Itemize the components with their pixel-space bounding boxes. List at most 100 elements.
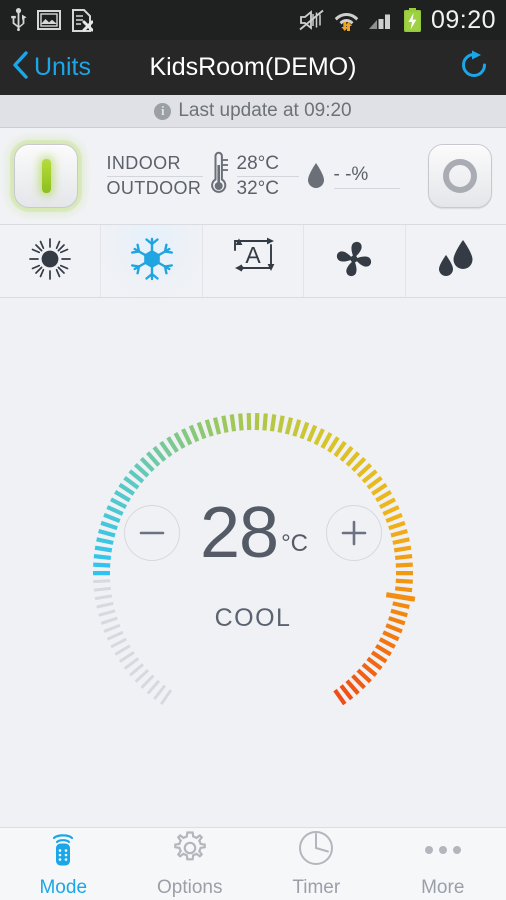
- dial-tick-active: [118, 482, 135, 496]
- dial-tick-active: [393, 545, 412, 553]
- dial-tick-active: [100, 520, 118, 531]
- back-button[interactable]: Units: [0, 50, 91, 85]
- dial-tick-active: [371, 482, 388, 496]
- dial-tick-active: [284, 417, 294, 435]
- dial-tick-active: [106, 505, 124, 516]
- wifi-transfer-icon: [334, 8, 359, 32]
- dial-tick-active: [166, 436, 179, 453]
- dial-tick-active: [313, 428, 325, 446]
- snowflake-icon: [128, 235, 176, 288]
- dial-tick-inactive: [100, 616, 118, 625]
- dial-tick-active: [306, 424, 318, 443]
- dial-tick-active: [139, 456, 155, 473]
- chevron-left-icon: [12, 50, 30, 85]
- mode-cell-auto[interactable]: A: [203, 225, 305, 297]
- dial-tick-inactive: [103, 623, 121, 633]
- dial-tick-inactive: [160, 689, 173, 705]
- outdoor-temperature: 32°C: [236, 178, 279, 199]
- indoor-label: INDOOR: [106, 152, 203, 177]
- outdoor-label: OUTDOOR: [106, 178, 202, 198]
- dial-tick-active: [96, 537, 114, 545]
- dial-tick-active: [395, 578, 413, 584]
- dial-tick-inactive: [94, 594, 113, 601]
- dial-tick-active: [385, 512, 403, 523]
- refresh-icon: [458, 49, 490, 86]
- dial-tick-active: [327, 436, 340, 453]
- nav-item-options[interactable]: Options: [127, 828, 254, 900]
- sun-icon: [27, 236, 73, 287]
- dial-tick-active: [378, 497, 396, 510]
- status-bar-right-icons: 09:20: [299, 6, 496, 35]
- dial-tick-active: [356, 462, 373, 478]
- dial-tick-active: [123, 475, 140, 490]
- water-droplet-icon: [305, 161, 327, 191]
- dial-tick-active: [392, 601, 410, 610]
- mode-cell-heat[interactable]: [0, 225, 102, 297]
- dial-tick-inactive: [153, 684, 167, 700]
- dial-tick-active: [356, 668, 372, 684]
- status-bar-clock: 09:20: [430, 5, 496, 34]
- dial-tick-active: [212, 417, 222, 435]
- nav-item-more[interactable]: More: [380, 828, 506, 900]
- dial-tick-active: [351, 456, 367, 473]
- dial-tick-active: [146, 451, 161, 467]
- nav-item-timer[interactable]: Timer: [253, 828, 380, 900]
- mode-cell-cool[interactable]: [101, 225, 203, 297]
- dial-tick-inactive: [96, 601, 114, 609]
- plus-icon: [341, 520, 367, 545]
- battery-charging-icon: [403, 7, 422, 33]
- dial-tick-active: [370, 650, 388, 664]
- dial-tick-inactive: [106, 630, 124, 641]
- sim-card-error-icon: [71, 8, 93, 32]
- nav-item-mode[interactable]: Mode: [0, 828, 127, 900]
- dial-tick-active: [392, 537, 410, 545]
- usb-icon: [10, 8, 27, 32]
- dial-ticks[interactable]: [0, 375, 506, 765]
- screenshot-image-icon: [37, 9, 61, 31]
- dial-tick-active: [333, 440, 347, 458]
- dial-tick-active: [390, 528, 408, 538]
- sound-muted-icon: [299, 9, 325, 31]
- dial-tick-active: [133, 462, 150, 478]
- last-update-bar: i Last update at 09:20: [0, 95, 506, 128]
- dial-tick-active: [262, 413, 268, 431]
- dial-tick-active: [361, 662, 378, 677]
- dial-tick-active: [277, 415, 285, 433]
- nav-label-mode: Mode: [39, 877, 88, 898]
- dial-tick-active: [221, 415, 229, 433]
- dial-tick-active: [114, 490, 131, 503]
- decrease-temperature-button[interactable]: [123, 504, 180, 561]
- power-on-bar-icon: [41, 159, 51, 193]
- remote-control-icon: [46, 829, 80, 872]
- readout-values: 28°C 32°C: [236, 152, 299, 200]
- power-off-button[interactable]: [428, 144, 492, 208]
- readout-labels: INDOOR OUTDOOR: [106, 152, 203, 200]
- refresh-button[interactable]: [458, 49, 506, 86]
- info-icon: i: [154, 102, 172, 120]
- dial-tick-active: [128, 469, 145, 484]
- dial-tick-active: [378, 637, 396, 649]
- dial-tick-active: [339, 684, 354, 701]
- cellular-signal-icon: [368, 9, 394, 31]
- power-on-button[interactable]: [14, 144, 78, 208]
- clock-icon: [297, 829, 335, 872]
- humidity-value: - -%: [333, 164, 400, 189]
- dial-tick-active: [229, 414, 237, 432]
- dial-tick-active: [320, 432, 333, 449]
- dial-tick-active: [292, 419, 302, 437]
- dial-tick-active: [345, 451, 360, 467]
- mode-cell-dry[interactable]: [406, 225, 506, 297]
- mode-cell-fan[interactable]: [304, 225, 406, 297]
- temperature-dial[interactable]: 28 °C COOL: [0, 375, 506, 765]
- increase-temperature-button[interactable]: [326, 504, 383, 561]
- dial-tick-inactive: [123, 657, 140, 670]
- dial-tick-active: [188, 424, 200, 443]
- dial-tick-active: [385, 623, 403, 634]
- svg-text:A: A: [245, 242, 261, 268]
- dial-tick-inactive: [134, 669, 150, 683]
- dial-tick-inactive: [129, 663, 144, 677]
- dial-tick-active: [395, 562, 413, 568]
- dial-tick-inactive: [110, 637, 127, 649]
- dial-tick-active: [173, 432, 186, 449]
- back-button-label: Units: [34, 53, 91, 81]
